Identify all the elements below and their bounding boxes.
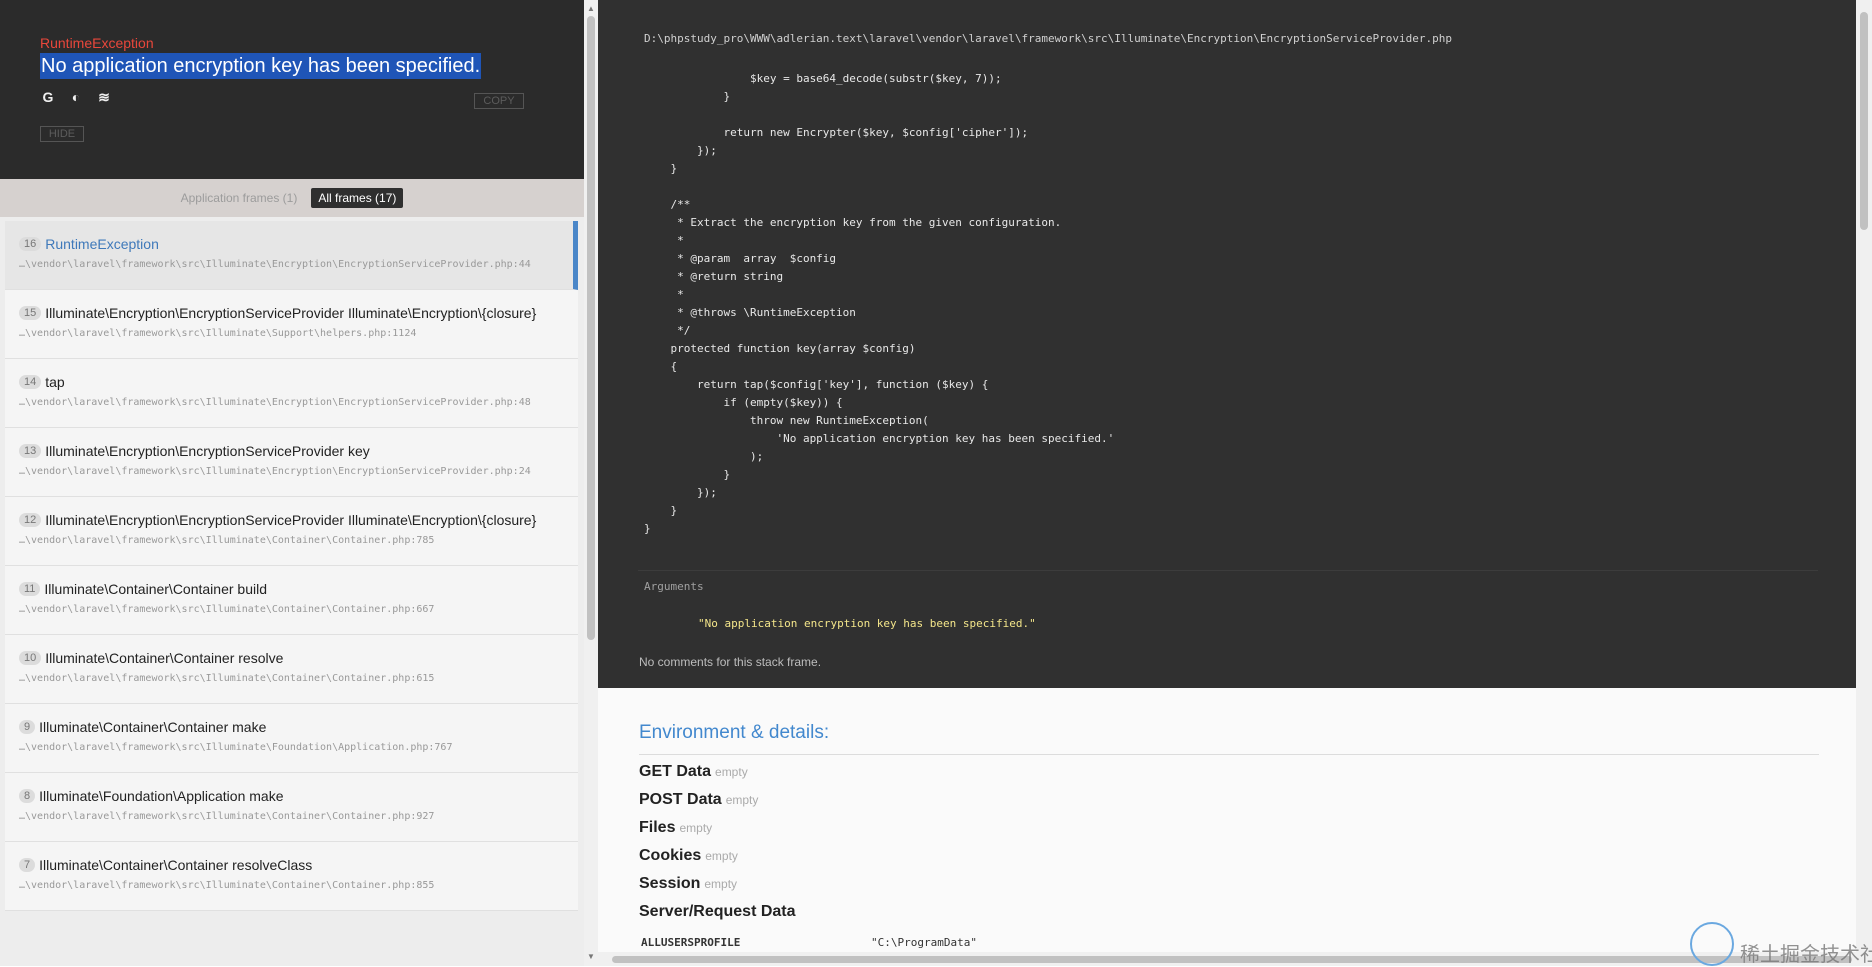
exception-message: No application encryption key has been s… <box>40 53 482 79</box>
env-section: Server/Request Data <box>639 903 1819 923</box>
arguments-divider <box>638 570 1818 571</box>
frame-item[interactable]: 16 RuntimeException …\vendor\laravel\frame… <box>5 221 578 290</box>
env-section: Cookies empty <box>639 847 1819 867</box>
env-section-name: Files <box>639 819 676 836</box>
google-icon[interactable]: G <box>40 89 56 105</box>
environment-details: Environment & details: GET Data empty POST… <box>639 722 1819 949</box>
env-section-name: GET Data <box>639 763 712 780</box>
watermark-text: 稀土掘金技术社区 <box>1740 944 1872 966</box>
frame-number: 7 <box>19 857 36 872</box>
sidebar-scrollbar[interactable]: ▲ ▼ <box>584 0 598 966</box>
frame-file: …\vendor\laravel\framework\src\Illuminat… <box>19 397 531 408</box>
env-section-status: empty <box>725 793 759 807</box>
frame-file: …\vendor\laravel\framework\src\Illuminat… <box>19 880 435 891</box>
env-section: POST Data empty <box>639 791 1819 811</box>
stackoverflow-icon[interactable]: ≋ <box>96 89 112 105</box>
env-section-status: empty <box>704 877 738 891</box>
tab-all-frames[interactable]: All frames (17) <box>311 188 404 208</box>
frame-class: Illuminate\Encryption\EncryptionServiceP… <box>45 304 537 321</box>
env-section: GET Data empty <box>639 763 1819 783</box>
tab-application-frames[interactable]: Application frames (1) <box>181 191 298 205</box>
env-section-status: empty <box>715 765 748 779</box>
frame-class: Illuminate\Encryption\EncryptionServiceP… <box>45 511 537 528</box>
frame-item[interactable]: 12 Illuminate\Encryption\EncryptionServic… <box>5 497 578 566</box>
frame-item[interactable]: 13 Illuminate\Encryption\EncryptionServic… <box>5 428 578 497</box>
env-section-name: Server/Request Data <box>639 903 796 920</box>
frame-number: 12 <box>19 512 42 527</box>
exception-sidebar: RuntimeException No application encrypti… <box>0 0 584 966</box>
frame-number: 11 <box>19 581 41 596</box>
frame-item[interactable]: 8 Illuminate\Foundation\Application make …… <box>5 773 578 842</box>
frame-file: …\vendor\laravel\framework\src\Illuminat… <box>19 535 435 546</box>
env-section-name: Session <box>639 875 701 892</box>
argument-value: "No application encryption key has been … <box>698 617 1036 630</box>
hide-button[interactable]: HIDE <box>40 126 84 142</box>
frame-class: Illuminate\Container\Container make <box>39 718 267 735</box>
env-section-status: empty <box>705 849 738 863</box>
frame-item[interactable]: 11 Illuminate\Container\Container build …\… <box>5 566 578 635</box>
frame-class: Illuminate\Container\Container resolve <box>45 649 284 666</box>
server-data-key: ALLUSERSPROFILE <box>641 936 741 949</box>
copy-button[interactable]: COPY <box>474 93 524 109</box>
frames-filter-tabs: Application frames (1) All frames (17) <box>0 179 584 217</box>
env-section-status: empty <box>679 821 713 835</box>
search-links: G ◐ ≋ <box>40 89 112 106</box>
frame-comments: No comments for this stack frame. <box>639 655 822 669</box>
code-panel: D:\phpstudy_pro\WWW\adlerian.text\larave… <box>598 0 1856 688</box>
frame-file: …\vendor\laravel\framework\src\Illuminat… <box>19 742 453 753</box>
frame-item[interactable]: 15 Illuminate\Encryption\EncryptionServic… <box>5 290 578 359</box>
horizontal-scrollbar[interactable] <box>598 952 1856 966</box>
frame-file-path[interactable]: D:\phpstudy_pro\WWW\adlerian.text\larave… <box>644 32 1452 45</box>
frame-class: Illuminate\Foundation\Application make <box>39 787 284 804</box>
watermark: 稀土掘金技术社区 <box>1690 922 1872 966</box>
frame-number: 16 <box>19 236 42 251</box>
frame-file: …\vendor\laravel\framework\src\Illuminat… <box>19 811 435 822</box>
frame-number: 10 <box>19 650 42 665</box>
frame-class: Illuminate\Encryption\EncryptionServiceP… <box>45 442 370 459</box>
code-snippet: $key = base64_decode(substr($key, 7)); }… <box>644 72 1115 535</box>
frame-file: …\vendor\laravel\framework\src\Illuminat… <box>19 328 417 339</box>
exception-header: RuntimeException No application encrypti… <box>0 0 584 179</box>
frame-number: 14 <box>19 374 42 389</box>
frame-number: 9 <box>19 719 36 734</box>
frames-list: 16 RuntimeException …\vendor\laravel\frame… <box>5 221 578 966</box>
frame-item[interactable]: 14 tap …\vendor\laravel\framework\src\Illu… <box>5 359 578 428</box>
frame-item[interactable]: 7 Illuminate\Container\Container resolveC… <box>5 842 578 911</box>
exception-type: RuntimeException <box>40 35 154 51</box>
scroll-up-arrow-icon[interactable]: ▲ <box>587 4 595 13</box>
frame-file: …\vendor\laravel\framework\src\Illuminat… <box>19 604 435 615</box>
env-section: Session empty <box>639 875 1819 895</box>
environment-title: Environment & details: <box>639 722 1819 755</box>
watermark-logo-icon <box>1690 922 1734 966</box>
details-pane: D:\phpstudy_pro\WWW\adlerian.text\larave… <box>598 0 1856 966</box>
env-section-name: Cookies <box>639 847 702 864</box>
env-section: Files empty <box>639 819 1819 839</box>
scroll-down-arrow-icon[interactable]: ▼ <box>587 952 595 961</box>
frame-number: 13 <box>19 443 42 458</box>
arguments-label: Arguments <box>644 580 704 593</box>
page-scrollbar-thumb[interactable] <box>1860 12 1868 230</box>
page-scrollbar[interactable] <box>1856 0 1872 966</box>
frame-item[interactable]: 10 Illuminate\Container\Container resolve… <box>5 635 578 704</box>
frame-file: …\vendor\laravel\framework\src\Illuminat… <box>19 466 531 477</box>
frame-number: 8 <box>19 788 36 803</box>
duckduckgo-icon[interactable]: ◐ <box>68 89 84 105</box>
frame-item[interactable]: 9 Illuminate\Container\Container make …\ve… <box>5 704 578 773</box>
sidebar-scrollbar-thumb[interactable] <box>587 16 595 640</box>
frame-class: RuntimeException <box>45 235 159 252</box>
frame-class: Illuminate\Container\Container build <box>44 580 267 597</box>
frame-number: 15 <box>19 305 42 320</box>
frame-class: tap <box>45 373 65 390</box>
env-section-name: POST Data <box>639 791 722 808</box>
server-data-value: "C:\ProgramData" <box>871 936 977 949</box>
frame-file: …\vendor\laravel\framework\src\Illuminat… <box>19 259 531 270</box>
frame-file: …\vendor\laravel\framework\src\Illuminat… <box>19 673 435 684</box>
horizontal-scrollbar-thumb[interactable] <box>612 956 1852 963</box>
frame-class: Illuminate\Container\Container resolveCl… <box>39 856 313 873</box>
